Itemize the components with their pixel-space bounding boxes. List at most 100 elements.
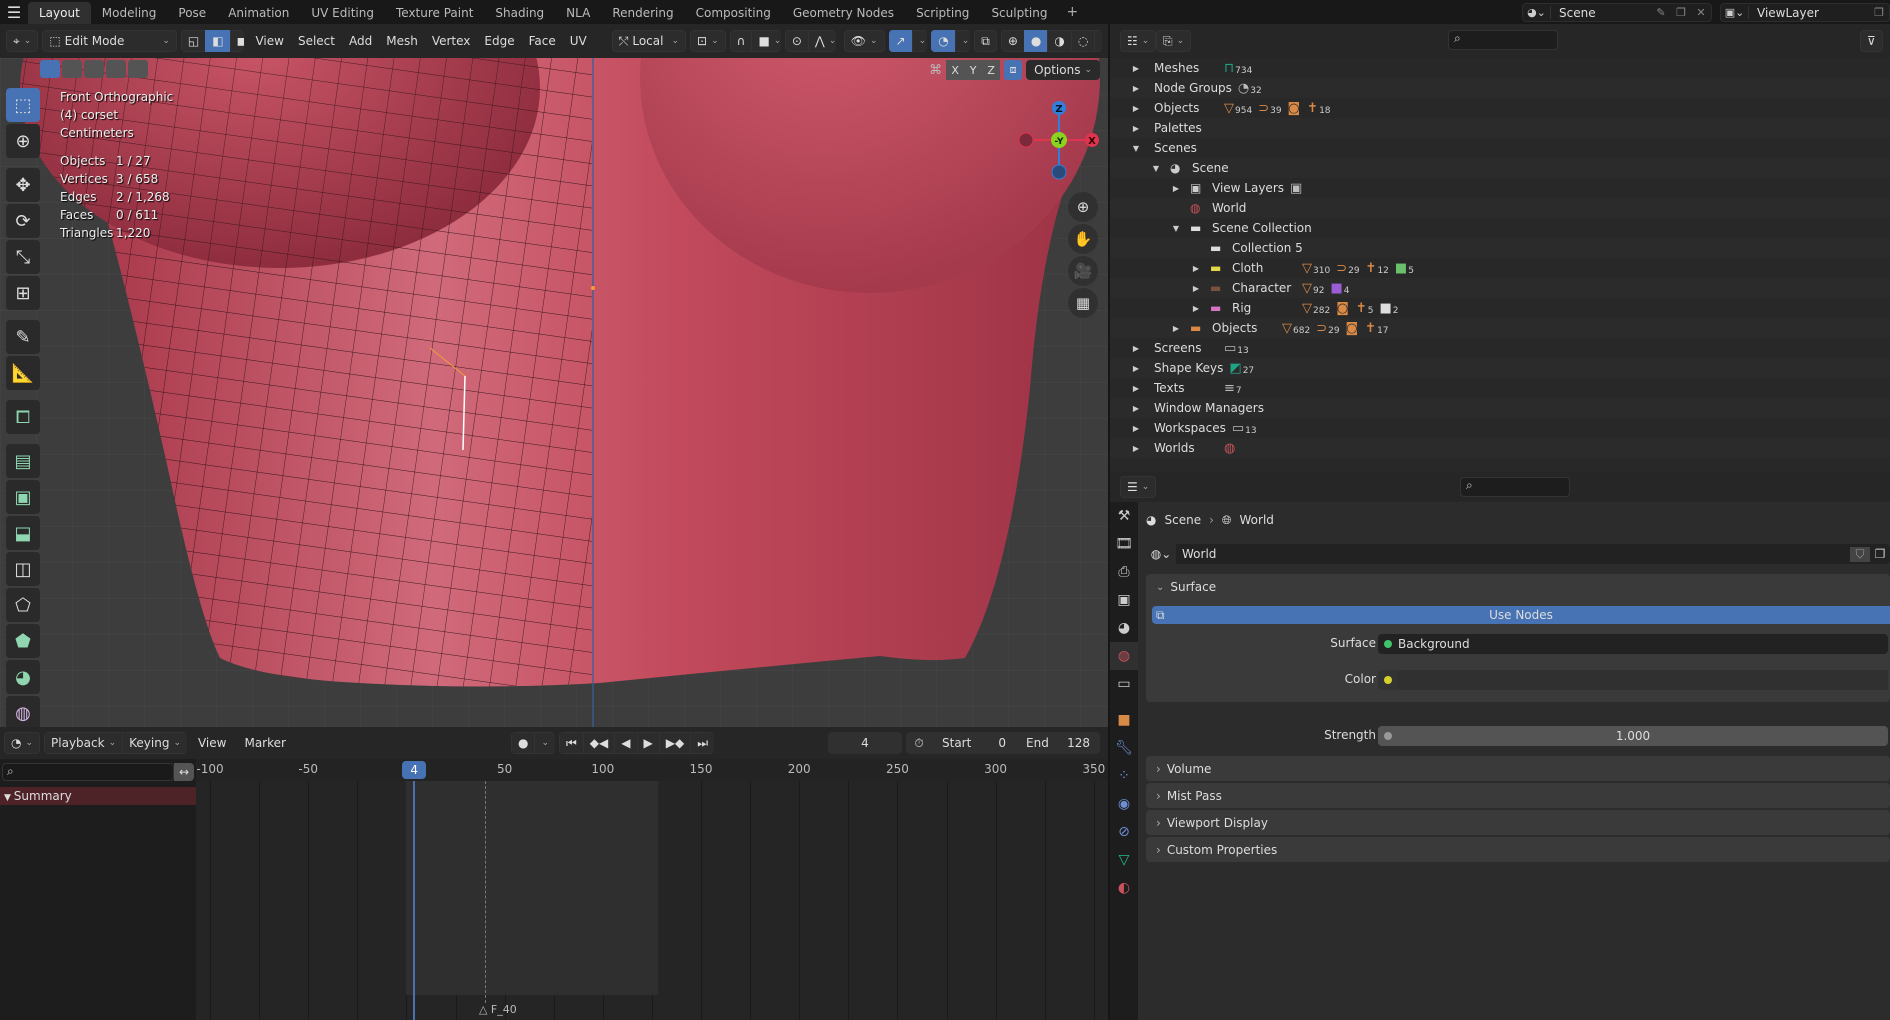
vertex-menu[interactable]: Vertex xyxy=(425,30,478,52)
outliner-row[interactable]: ▶ ▬ Cloth ▽ 310 ⊃ 29 ✝ 12 ■ 5 xyxy=(1110,258,1890,278)
add-cube-tool-icon[interactable]: ⧠ xyxy=(6,400,40,434)
select-box-tool-icon[interactable]: ⬚ xyxy=(6,88,40,122)
workspace-tab-pose[interactable]: Pose xyxy=(167,2,217,24)
outliner-item-label[interactable]: View Layers xyxy=(1212,181,1284,195)
measure-tool-icon[interactable]: 📐 xyxy=(6,356,40,390)
color-field[interactable] xyxy=(1378,670,1888,690)
workspace-tab-shading[interactable]: Shading xyxy=(484,2,555,24)
navigation-gizmo[interactable]: X Z -Y xyxy=(1014,88,1104,198)
mesh-menu[interactable]: Mesh xyxy=(379,30,425,52)
tab-particles-icon[interactable]: ⁘ xyxy=(1110,762,1138,790)
falloff-icon[interactable]: ⋀ ⌄ xyxy=(807,30,836,52)
outliner-row[interactable]: ▶ Node Groups ◔ 32 xyxy=(1110,78,1890,98)
shading-dropdown[interactable]: ⌄ xyxy=(1094,30,1102,52)
outliner-item-label[interactable]: Scene xyxy=(1192,161,1256,175)
armature-icon[interactable]: ✝ 18 xyxy=(1307,101,1330,116)
expand-closed-icon[interactable]: ▶ xyxy=(1130,64,1142,73)
outliner-item-label[interactable]: Texts xyxy=(1154,381,1218,395)
face-select-button[interactable]: ◼ xyxy=(229,30,245,52)
expand-closed-icon[interactable]: ▶ xyxy=(1170,184,1182,193)
new-scene-icon[interactable]: ❐ xyxy=(1671,6,1691,19)
timeline-editor[interactable]: ◔ ⌄ Playback ⌄ Keying ⌄ View Marker ● ⌄ ⏮ ◆… xyxy=(0,727,1108,1020)
camera-icon[interactable]: ◙ xyxy=(1288,101,1302,116)
scene-selector[interactable]: ◕⌄ Scene ✎ ❐ ✕ xyxy=(1522,3,1712,22)
expand-closed-icon[interactable]: ▶ xyxy=(1190,284,1202,293)
marker-menu[interactable]: Marker xyxy=(237,732,292,754)
outliner-search-input[interactable]: ⌕ xyxy=(1448,30,1558,50)
outliner-item-label[interactable]: Meshes xyxy=(1154,61,1218,75)
mesh-object-icon[interactable]: ▽ 92 xyxy=(1302,281,1324,296)
show-gizmo-icon[interactable]: ↗ xyxy=(888,30,912,52)
frame-ruler[interactable]: -100 -50 50 100 150 200 250 300 350 xyxy=(196,759,1108,781)
zoom-icon[interactable]: ⊕ xyxy=(1068,192,1098,222)
auto-merge-icon[interactable]: ⧈ xyxy=(1004,60,1023,80)
expand-closed-icon[interactable]: ▶ xyxy=(1130,444,1142,453)
tab-object-icon[interactable]: ■ xyxy=(1110,706,1138,734)
mode-dropdown[interactable]: ⬚ Edit Mode ⌄ xyxy=(42,30,177,52)
panel-custom-properties[interactable]: › Custom Properties xyxy=(1146,837,1890,862)
select-extend-icon[interactable] xyxy=(62,60,82,78)
armature-icon[interactable]: ✝ 12 xyxy=(1366,261,1389,276)
collection-icon[interactable]: ■ 2 xyxy=(1379,301,1398,316)
tab-data-icon[interactable]: ▽ xyxy=(1110,846,1138,874)
wireframe-shading-icon[interactable]: ⊕ xyxy=(1000,30,1024,52)
outliner-row[interactable]: ▶ Meshes ⊓ 734 xyxy=(1110,58,1890,78)
workspace-tab-layout[interactable]: Layout xyxy=(28,2,91,24)
workspace-tab-uv-editing[interactable]: UV Editing xyxy=(300,2,385,24)
gizmo-neg-z[interactable] xyxy=(1051,164,1067,180)
outliner-row[interactable]: ▼ ◕ Scene xyxy=(1110,158,1890,178)
armature-icon[interactable]: ✝ 5 xyxy=(1356,301,1374,316)
edge-select-button[interactable]: ◧ xyxy=(205,30,230,52)
autokey-dropdown[interactable]: ⌄ xyxy=(534,732,555,754)
outliner-item-label[interactable]: Cloth xyxy=(1232,261,1296,275)
workspace-tab-scripting[interactable]: Scripting xyxy=(905,2,980,24)
workspace-tab-rendering[interactable]: Rendering xyxy=(601,2,684,24)
inset-tool-icon[interactable]: ▣ xyxy=(6,480,40,514)
channel-search-input[interactable]: ⌕ xyxy=(2,763,174,781)
use-nodes-button[interactable]: ⧉ Use Nodes xyxy=(1152,606,1890,624)
world-icon[interactable]: ◍ xyxy=(1224,441,1236,456)
workspace-tab-nla[interactable]: NLA xyxy=(555,2,601,24)
close-icon[interactable]: ✕ xyxy=(1691,6,1711,19)
expand-open-icon[interactable]: ▼ xyxy=(1150,164,1162,173)
display-mode-button[interactable]: ⎘ ⌄ xyxy=(1156,30,1192,52)
surface-panel-header[interactable]: ⌄ Surface xyxy=(1146,574,1890,600)
edge-menu[interactable]: Edge xyxy=(477,30,521,52)
tab-output-icon[interactable]: ⎙ xyxy=(1110,558,1138,586)
outliner-item-label[interactable]: Objects xyxy=(1212,321,1276,335)
outliner-row[interactable]: ▼ Scenes xyxy=(1110,138,1890,158)
mesh-object-icon[interactable]: ▽ 954 xyxy=(1224,101,1252,116)
hamburger-menu-icon[interactable]: ☰ xyxy=(0,0,28,24)
armature-icon[interactable]: ✝ 17 xyxy=(1365,321,1388,336)
options-dropdown[interactable]: Options ⌄ xyxy=(1026,60,1100,80)
curve-icon[interactable]: ⊃ 29 xyxy=(1316,321,1339,336)
show-overlays-icon[interactable]: ◔ xyxy=(931,30,955,52)
outliner-row[interactable]: ▶ Objects ▽ 954 ⊃ 39 ◙ ✝ 18 xyxy=(1110,98,1890,118)
datablock-name[interactable]: World xyxy=(1176,547,1850,561)
view-layer-icon[interactable]: ▣ xyxy=(1290,181,1303,196)
current-frame-field[interactable]: 4 xyxy=(828,732,902,754)
tab-scene-icon[interactable]: ◕ xyxy=(1110,614,1138,642)
outliner-row[interactable]: ▬ Collection 5 xyxy=(1110,238,1890,258)
spin-tool-icon[interactable]: ◕ xyxy=(6,660,40,694)
select-subtract-icon[interactable] xyxy=(84,60,104,78)
outliner-item-label[interactable]: Worlds xyxy=(1154,441,1218,455)
outliner-row[interactable]: ▶ Screens ▭ 13 xyxy=(1110,338,1890,358)
tab-constraints-icon[interactable]: ⊘ xyxy=(1110,818,1138,846)
workspace-tab-compositing[interactable]: Compositing xyxy=(685,2,782,24)
play-reverse-icon[interactable]: ◀ xyxy=(614,732,637,754)
gizmo-neg-x[interactable] xyxy=(1018,132,1034,148)
expand-closed-icon[interactable]: ▶ xyxy=(1130,344,1142,353)
panel-volume[interactable]: › Volume xyxy=(1146,756,1890,781)
visibility-selectability-button[interactable]: 👁 ⌄ xyxy=(843,30,885,52)
annotate-tool-icon[interactable]: ✎ xyxy=(6,320,40,354)
expand-open-icon[interactable]: ▼ xyxy=(1170,224,1182,233)
playhead-frame-label[interactable]: 4 xyxy=(402,761,427,779)
fake-user-shield-icon[interactable]: ⛉ xyxy=(1850,546,1870,562)
overlays-dropdown[interactable]: ⌄ xyxy=(954,30,971,52)
tab-physics-icon[interactable]: ◉ xyxy=(1110,790,1138,818)
outliner-row[interactable]: ▶ Worlds ◍ xyxy=(1110,438,1890,458)
jump-start-icon[interactable]: ⏮ xyxy=(558,732,583,754)
outliner-item-label[interactable]: Screens xyxy=(1154,341,1218,355)
editor-type-button[interactable]: ☰ ⌄ xyxy=(1120,476,1157,498)
